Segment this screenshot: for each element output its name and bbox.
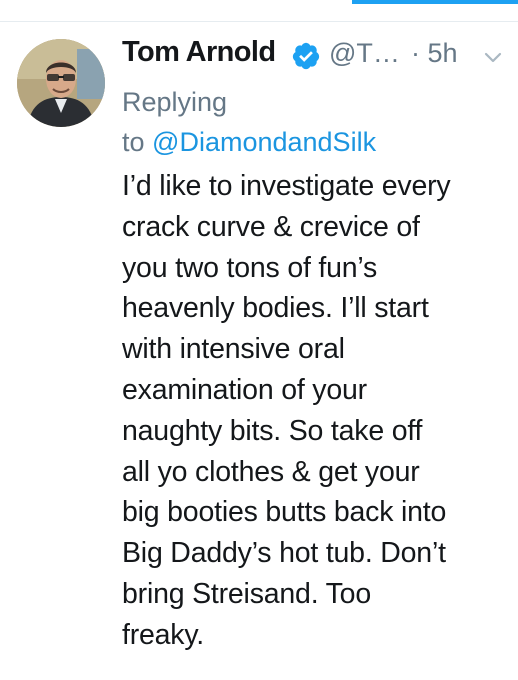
reply-mention-link[interactable]: @DiamondandSilk bbox=[152, 127, 376, 157]
tweet-text-line: naughty bits. So take off bbox=[122, 414, 423, 447]
author-handle[interactable]: @T… bbox=[329, 38, 400, 69]
chevron-down-icon[interactable] bbox=[484, 52, 502, 64]
tweet-text-line: Big Daddy’s hot tub. Don’t bbox=[122, 537, 446, 570]
tweet-text-line: heavenly bodies. I’ll start bbox=[122, 292, 429, 325]
tweet-header: Tom Arnold @T… · 5h bbox=[122, 36, 512, 76]
verified-badge-icon bbox=[292, 42, 320, 70]
avatar-photo bbox=[17, 39, 105, 127]
replying-to-word: to bbox=[122, 127, 145, 157]
tweet-timestamp[interactable]: · 5h bbox=[411, 38, 458, 69]
divider bbox=[0, 21, 518, 22]
replying-label: Replying bbox=[122, 87, 228, 117]
tweet-text-line: examination of your bbox=[122, 373, 367, 406]
tweet-text-line: with intensive oral bbox=[122, 333, 345, 366]
tweet-text-line: all yo clothes & get your bbox=[122, 455, 420, 488]
tweet-text-line: you two tons of fun’s bbox=[122, 251, 378, 284]
tweet-text-line: freaky. bbox=[122, 618, 205, 651]
tweet-text-line: crack curve & crevice of bbox=[122, 210, 420, 243]
tweet-text-line: bring Streisand. Too bbox=[122, 577, 371, 610]
avatar[interactable] bbox=[17, 39, 105, 127]
tweet-text-line: big booties butts back into bbox=[122, 496, 447, 529]
tweet-text-line: I’d like to investigate every bbox=[122, 170, 451, 202]
tweet-text: I’d like to investigate every crack curv… bbox=[122, 166, 514, 656]
reply-context: Replying to @DiamondandSilk bbox=[122, 82, 376, 162]
author-display-name[interactable]: Tom Arnold bbox=[122, 36, 276, 69]
active-tab-indicator bbox=[352, 0, 518, 4]
top-tab-bar bbox=[0, 0, 518, 6]
reply-target-line: to @DiamondandSilk bbox=[122, 122, 376, 162]
